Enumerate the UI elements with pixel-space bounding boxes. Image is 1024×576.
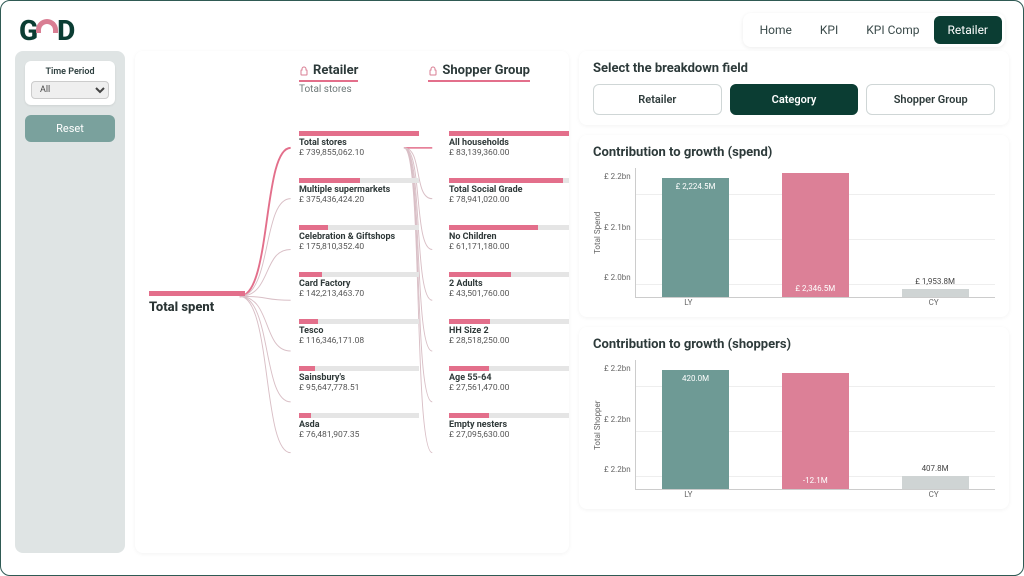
- bar-LY[interactable]: 420.0M: [636, 360, 756, 489]
- y-axis-label: Total Spend: [593, 168, 602, 298]
- retailer-col-sub: Total stores: [299, 84, 358, 95]
- shopper-node[interactable]: No Children£ 61,171,180.00: [449, 225, 569, 252]
- reset-button[interactable]: Reset: [25, 115, 115, 142]
- bar-LY[interactable]: £ 2,224.5M: [636, 168, 756, 297]
- retailer-node[interactable]: Multiple supermarkets£ 375,436,424.20: [299, 178, 419, 205]
- shopper-node[interactable]: 2 Adults£ 43,501,760.00: [449, 272, 569, 299]
- retailer-node[interactable]: Celebration & Giftshops£ 175,810,352.40: [299, 225, 419, 252]
- retailer-node[interactable]: Sainsbury's£ 95,647,778.51: [299, 366, 419, 393]
- breakdown-selector-panel: Select the breakdown field Retailer Categ…: [579, 51, 1009, 125]
- decomposition-panel: Retailer Total stores Shopper Group: [135, 51, 569, 553]
- retailer-node[interactable]: Card Factory£ 142,213,463.70: [299, 272, 419, 299]
- bar-CY[interactable]: 407.8M: [875, 360, 995, 489]
- bar-delta[interactable]: £ 2,346.5M: [755, 168, 875, 297]
- nav-kpi[interactable]: KPI: [806, 16, 852, 44]
- shopper-node[interactable]: Empty nesters£ 27,095,630.00: [449, 413, 569, 440]
- main-nav: HomeKPIKPI CompRetailer: [743, 13, 1005, 47]
- shopper-col-title[interactable]: Shopper Group: [442, 63, 530, 78]
- breakdown-option-shopper-group[interactable]: Shopper Group: [866, 84, 995, 115]
- retailer-node[interactable]: Asda£ 76,481,907.35: [299, 413, 419, 440]
- nav-home[interactable]: Home: [746, 16, 806, 44]
- growth-spend-panel: Contribution to growth (spend) Total Spe…: [579, 135, 1009, 317]
- retailer-col-title[interactable]: Retailer: [313, 63, 358, 78]
- growth-shoppers-panel: Contribution to growth (shoppers) Total …: [579, 327, 1009, 509]
- retailer-node[interactable]: Total stores£ 739,855,062.10: [299, 131, 419, 158]
- breakdown-option-category[interactable]: Category: [730, 84, 859, 115]
- time-period-label: Time Period: [45, 67, 94, 77]
- breakdown-option-retailer[interactable]: Retailer: [593, 84, 722, 115]
- y-axis-label: Total Shopper: [593, 360, 602, 490]
- time-period-select[interactable]: All: [31, 81, 109, 99]
- bar-CY[interactable]: £ 1,953.8M: [875, 168, 995, 297]
- shopper-node[interactable]: Total Social Grade£ 78,941,020.00: [449, 178, 569, 205]
- shopper-node[interactable]: Age 55-64£ 27,561,470.00: [449, 366, 569, 393]
- sidebar: Time Period All Reset: [15, 51, 125, 553]
- decomp-root[interactable]: Total spent: [149, 291, 245, 315]
- nav-retailer[interactable]: Retailer: [934, 16, 1002, 44]
- shopper-node[interactable]: HH Size 2£ 28,518,250.00: [449, 319, 569, 346]
- breakdown-title: Select the breakdown field: [593, 61, 995, 76]
- bar-delta[interactable]: -12.1M: [755, 360, 875, 489]
- brand-logo: GD: [19, 14, 74, 47]
- nav-kpi-comp[interactable]: KPI Comp: [852, 16, 933, 44]
- shopper-node[interactable]: All households£ 83,139,360.00: [449, 131, 569, 158]
- lock-icon: [428, 66, 438, 76]
- time-period-filter: Time Period All: [25, 61, 115, 105]
- growth-shoppers-title: Contribution to growth (shoppers): [593, 337, 995, 352]
- growth-spend-title: Contribution to growth (spend): [593, 145, 995, 160]
- lock-icon: [299, 66, 309, 76]
- retailer-node[interactable]: Tesco£ 116,346,171.08: [299, 319, 419, 346]
